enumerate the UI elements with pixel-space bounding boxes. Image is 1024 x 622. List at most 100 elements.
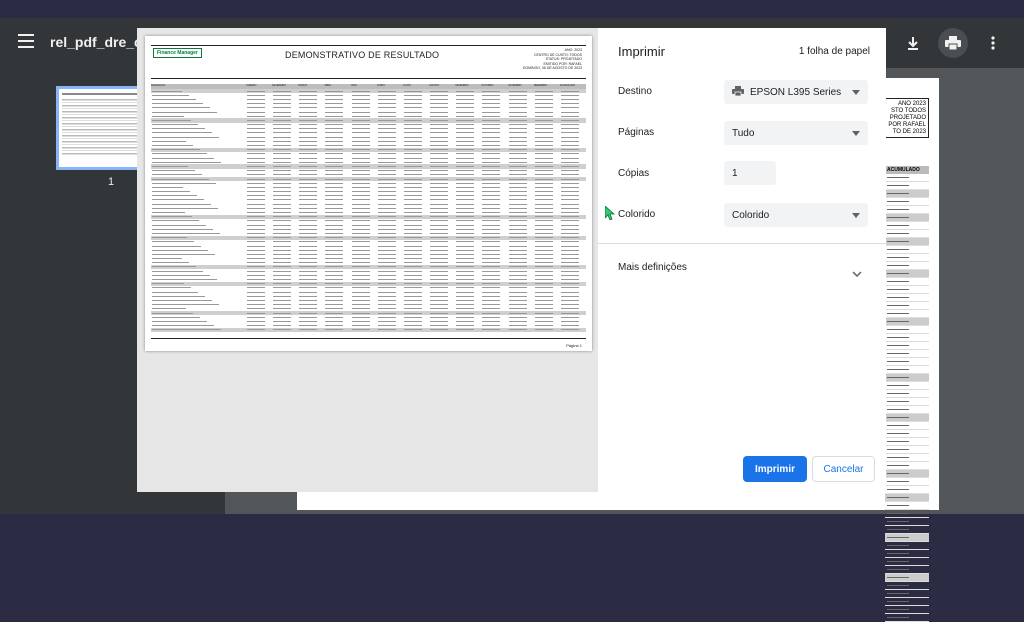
table-cell: [455, 327, 482, 332]
bg-header-line: ANO 2023: [897, 101, 926, 107]
chevron-down-icon: [852, 131, 860, 136]
table-cell: [533, 327, 560, 332]
background-cell: [885, 174, 929, 182]
background-cell: [885, 318, 929, 326]
background-page-header: ANO 2023 STO TODOS PROJETADO POR RAFAEL …: [883, 98, 929, 138]
report-title: DEMONSTRATIVO DE RESULTADO: [285, 50, 440, 60]
chevron-down-icon: [852, 90, 860, 95]
background-cell: [885, 254, 929, 262]
background-cell: [885, 478, 929, 486]
menu-icon[interactable]: [18, 34, 34, 48]
copies-label: Cópias: [618, 168, 650, 179]
background-cell: [885, 286, 929, 294]
background-cell: [885, 238, 929, 246]
bg-header-line: PROJETADO: [889, 115, 926, 121]
background-cell: [885, 462, 929, 470]
print-preview-area: Finance Manager DEMONSTRATIVO DE RESULTA…: [137, 28, 598, 492]
table-cell: [151, 327, 246, 332]
background-cell: [885, 502, 929, 510]
background-cell: [885, 446, 929, 454]
color-label: Colorido: [618, 209, 656, 220]
more-options-icon[interactable]: [978, 28, 1008, 58]
divider: [151, 338, 586, 339]
divider: [151, 45, 586, 46]
report-info: ANO: 2023 CENTRO DE CUSTO: TODOS STATUS:…: [523, 48, 582, 71]
thumbnail-page-number: 1: [108, 176, 115, 188]
table-cell: [481, 327, 508, 332]
table-cell: [272, 327, 299, 332]
background-cell: [885, 214, 929, 222]
table-cell: [559, 327, 587, 332]
more-settings-toggle[interactable]: Mais definições: [618, 262, 687, 273]
background-cell: [885, 350, 929, 358]
download-icon[interactable]: [898, 28, 928, 58]
destination-select[interactable]: EPSON L395 Series: [724, 80, 868, 104]
background-cell: [885, 518, 929, 526]
print-button[interactable]: Imprimir: [743, 456, 807, 482]
background-cell: [885, 246, 929, 254]
background-cell: [885, 374, 929, 382]
background-cell: [885, 358, 929, 366]
background-cell: [885, 262, 929, 270]
background-cell: [885, 198, 929, 206]
background-cell: [885, 598, 929, 606]
pages-select[interactable]: Tudo: [724, 121, 868, 145]
background-cell: [885, 470, 929, 478]
background-cell: [885, 454, 929, 462]
report-table: DESCRIÇÃO JANEIRO FEVEREIRO MARÇO ABRIL …: [151, 84, 587, 332]
chevron-down-icon: [852, 213, 860, 218]
color-select[interactable]: Colorido: [724, 203, 868, 227]
table-cell: [376, 327, 403, 332]
bg-header-line: STO TODOS: [890, 108, 926, 114]
background-cell: [885, 542, 929, 550]
background-cell: [885, 366, 929, 374]
destination-value: EPSON L395 Series: [750, 86, 842, 98]
table-cell: [298, 327, 325, 332]
company-logo: Finance Manager: [153, 48, 202, 58]
print-icon[interactable]: [938, 28, 968, 58]
background-cell: [885, 326, 929, 334]
background-cell: [885, 406, 929, 414]
background-cell: [885, 222, 929, 230]
background-cell: [885, 398, 929, 406]
info-line: DOMINGO, 06 DE AGOSTO DE 2023: [522, 66, 582, 70]
table-cell: [507, 327, 534, 332]
background-cell: [885, 566, 929, 574]
background-cell: [885, 422, 929, 430]
background-cell: [885, 526, 929, 534]
background-cell: [885, 414, 929, 422]
background-cell: [885, 390, 929, 398]
table-row: [151, 327, 587, 332]
background-column: ACUMULADO: [885, 166, 929, 622]
background-cell: [885, 486, 929, 494]
background-cell: [885, 382, 929, 390]
cancel-button[interactable]: Cancelar: [812, 456, 875, 482]
print-settings-panel: Imprimir 1 folha de papel Destino EPSON …: [598, 28, 886, 492]
printer-icon: [732, 85, 744, 99]
background-cell: [885, 574, 929, 582]
divider: [151, 78, 586, 79]
mouse-cursor-icon: [604, 205, 616, 225]
background-cell: [885, 310, 929, 318]
background-cell: [885, 614, 929, 622]
destination-label: Destino: [618, 86, 652, 97]
bg-header-line: POR RAFAEL: [888, 122, 926, 128]
background-cell: [885, 558, 929, 566]
background-cell: [885, 430, 929, 438]
color-value: Colorido: [732, 209, 770, 221]
table-cell: [402, 327, 430, 332]
background-cell: [885, 230, 929, 238]
background-cell: [885, 334, 929, 342]
background-cell: [885, 302, 929, 310]
background-cell: [885, 182, 929, 190]
pages-label: Páginas: [618, 127, 655, 138]
settings-divider: [598, 243, 886, 244]
background-cell: [885, 190, 929, 198]
print-preview-page: Finance Manager DEMONSTRATIVO DE RESULTA…: [145, 36, 592, 351]
background-cell: [885, 510, 929, 518]
copies-input[interactable]: 1: [724, 161, 776, 185]
chevron-down-icon[interactable]: [852, 264, 862, 282]
pages-value: Tudo: [732, 127, 755, 139]
print-dialog-title: Imprimir: [618, 44, 665, 59]
table-cell: [429, 327, 456, 332]
